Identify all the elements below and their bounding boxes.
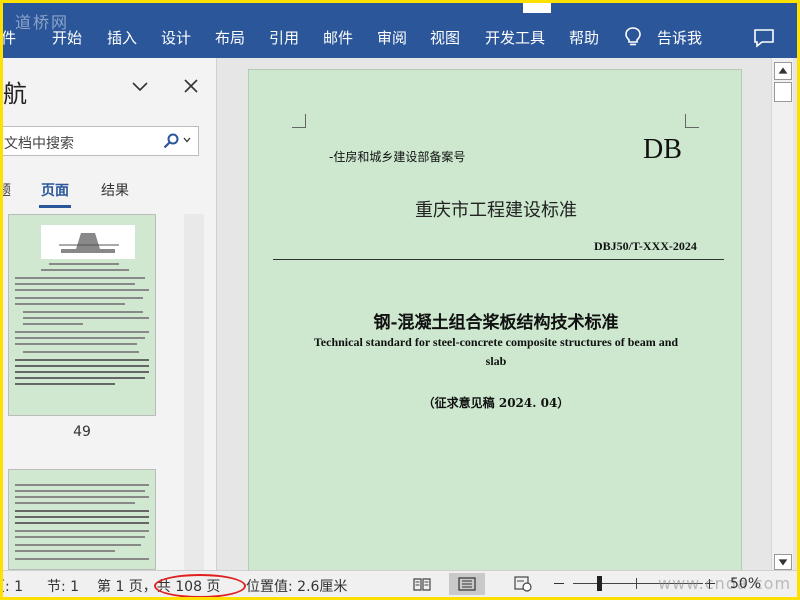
tab-review[interactable]: 审阅 [377, 27, 407, 48]
tab-insert[interactable]: 插入 [107, 27, 137, 48]
vertical-scrollbar[interactable] [771, 58, 793, 570]
tab-help[interactable]: 帮助 [569, 27, 599, 48]
scrollbar-thumb[interactable] [774, 82, 792, 102]
header-rule [273, 259, 724, 260]
zoom-level[interactable]: 50% [730, 576, 761, 592]
status-bar: 页: 1 节: 1 第 1 页，共 108 页 位置值: 2.6厘米 www.c… [3, 570, 797, 597]
zoom-out-button[interactable] [554, 583, 564, 584]
document-page[interactable]: -住房和城乡建设部备案号 DB 重庆市工程建设标准 DBJ50/T-XXX-20… [248, 69, 742, 570]
tab-results[interactable]: 结果 [101, 180, 129, 200]
page-thumbnails: 49 [3, 214, 216, 570]
tab-references[interactable]: 引用 [269, 27, 299, 48]
scroll-down-arrow-icon[interactable] [774, 554, 792, 570]
status-section[interactable]: 节: 1 [47, 576, 79, 596]
tab-design[interactable]: 设计 [161, 27, 191, 48]
zoom-slider-thumb[interactable] [597, 576, 602, 591]
book-icon[interactable] [413, 577, 431, 591]
title-bar-fragment [523, 3, 551, 13]
search-icon[interactable] [163, 133, 179, 149]
nav-scrollbar[interactable] [184, 214, 204, 570]
status-page[interactable]: 页: 1 [3, 576, 23, 596]
scroll-up-arrow-icon[interactable] [774, 62, 792, 80]
search-input[interactable]: 文档中搜索 [3, 126, 199, 156]
document-area[interactable]: -住房和城乡建设部备案号 DB 重庆市工程建设标准 DBJ50/T-XXX-20… [219, 58, 771, 570]
tab-headings[interactable]: 题 [3, 180, 11, 200]
standard-category: 重庆市工程建设标准 [415, 200, 577, 221]
web-icon[interactable] [514, 576, 532, 592]
lightbulb-icon[interactable] [623, 26, 643, 48]
tell-me-label[interactable]: 告诉我 [657, 27, 702, 48]
tab-home[interactable]: 开始 [52, 27, 82, 48]
title-bar [3, 3, 797, 15]
status-position: 位置值: 2.6厘米 [246, 579, 348, 595]
page-icon [458, 577, 476, 591]
draft-note: （征求意见稿 2024. 04） [422, 396, 570, 410]
nav-title: 航 [3, 80, 27, 108]
comment-icon[interactable] [753, 28, 775, 48]
document-title-cn: 钢-混凝土组合桨板结构技术标准 [373, 313, 619, 333]
highlight-annotation [154, 574, 246, 597]
crop-mark-top-right [685, 114, 699, 128]
filing-number-label: -住房和城乡建设部备案号 [329, 150, 466, 164]
search-placeholder: 文档中搜索 [4, 136, 74, 152]
tab-developer[interactable]: 开发工具 [485, 27, 545, 48]
print-layout-button[interactable] [449, 573, 485, 595]
search-options-chevron-icon[interactable] [183, 137, 191, 143]
tab-file[interactable]: 件 [3, 27, 16, 48]
zoom-slider-center-mark [636, 578, 637, 589]
tab-layout[interactable]: 布局 [215, 27, 245, 48]
active-tab-indicator [39, 205, 71, 208]
page-thumbnail[interactable] [8, 214, 156, 416]
word-window: 道桥网 件 开始 插入 设计 布局 引用 邮件 审阅 视图 开发工具 帮助 告诉… [3, 3, 797, 597]
tab-mailings[interactable]: 邮件 [323, 27, 353, 48]
crop-mark-top-left [292, 114, 306, 128]
tab-pages[interactable]: 页面 [41, 180, 69, 200]
thumbnail-page-number: 49 [73, 424, 91, 440]
thumbnail-figure [41, 225, 135, 259]
ribbon: 道桥网 件 开始 插入 设计 布局 引用 邮件 审阅 视图 开发工具 帮助 告诉… [3, 3, 797, 58]
db-mark: DB [643, 134, 682, 165]
navigation-pane: 航 文档中搜索 题 页面 结果 [3, 58, 217, 570]
tab-view[interactable]: 视图 [430, 27, 460, 48]
watermark-bottom: www.cnda.com [658, 574, 792, 593]
close-icon[interactable] [183, 78, 199, 94]
page-thumbnail[interactable] [8, 469, 156, 570]
chevron-down-icon[interactable] [131, 80, 149, 94]
standard-code: DBJ50/T-XXX-2024 [594, 239, 697, 253]
document-title-en: Technical standard for steel-concrete co… [313, 335, 679, 368]
